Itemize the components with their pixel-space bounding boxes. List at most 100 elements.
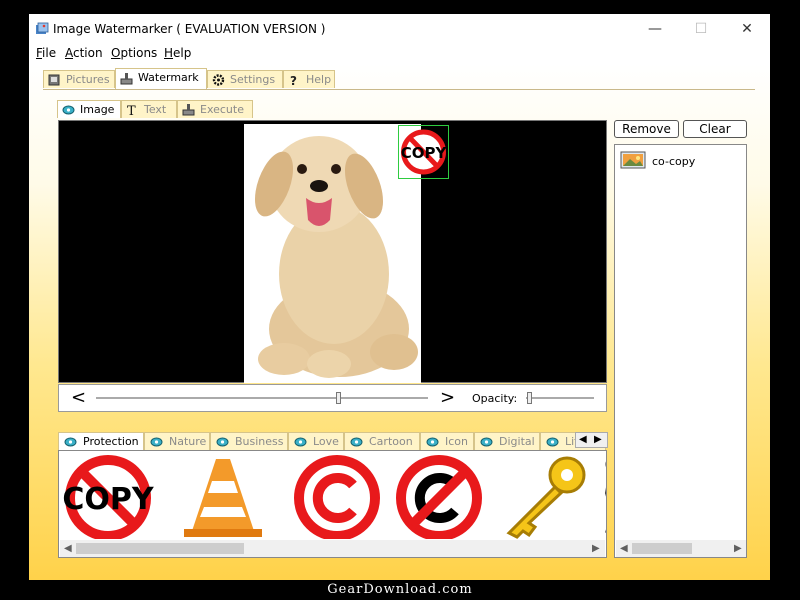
category-icon [350,437,363,447]
subtab-text[interactable]: T Text [121,100,177,118]
preview-canvas[interactable]: COPY [58,120,607,383]
menu-bar: File Action Options Help [29,44,770,64]
gallery-item-copy-symbol[interactable]: COPY [61,453,161,539]
app-window: Image Watermarker ( EVALUATION VERSION )… [29,14,770,580]
minimize-button[interactable]: — [632,14,678,44]
category-label: Business [235,435,284,448]
gallery-item-traffic-cone[interactable] [176,453,276,539]
next-arrow-button[interactable]: > [440,387,455,408]
list-item[interactable]: co-copy [620,151,740,171]
preview-photo [244,124,421,383]
execute-icon [182,104,195,116]
watermark-gallery[interactable]: COPY ◀ ▶ [58,450,607,558]
tab-category-icon[interactable]: Icon [420,432,474,450]
file-name: co-copy [652,155,696,168]
category-icon [480,437,493,447]
tab-help-label: Help [306,73,332,86]
gallery-item-gold-key[interactable] [495,453,595,539]
gallery-item-copyright-symbol[interactable] [287,453,387,539]
category-label: Protection [83,435,139,448]
tab-settings[interactable]: Settings [207,70,283,88]
position-slider-track[interactable] [96,397,428,400]
menu-action[interactable]: Action [65,44,103,62]
prev-arrow-button[interactable]: < [71,387,86,408]
category-label: Icon [445,435,468,448]
tab-category-business[interactable]: Business [210,432,288,450]
tab-settings-label: Settings [230,73,276,86]
watermark-icon [120,73,133,85]
category-label: Digital [499,435,535,448]
position-slider-thumb[interactable] [336,392,342,404]
category-scroll-left-icon[interactable]: ◀ [579,433,587,447]
menu-help[interactable]: Help [164,44,191,62]
category-scroll-right-icon[interactable]: ▶ [594,433,602,447]
tab-category-protection[interactable]: Protection [58,432,144,450]
category-tab-strip: Protection Nature Business Love Cartoon … [58,432,607,451]
subtab-image-label: Image [80,103,115,116]
subtab-image[interactable]: Image [57,100,121,118]
preview-controls: < > Opacity: [58,384,607,412]
category-label: Nature [169,435,207,448]
menu-options[interactable]: Options [111,44,157,62]
menu-file-rest: ile [42,46,57,60]
scroll-left-icon[interactable]: ◀ [64,540,72,557]
subtab-execute[interactable]: Execute [177,100,253,118]
file-list-scrollbar[interactable]: ◀ ▶ [616,540,746,557]
opacity-label: Opacity: [472,392,518,405]
svg-text:T: T [127,104,136,116]
remove-button[interactable]: Remove [614,120,679,138]
puppy-illustration [254,136,418,378]
watermark-file-list[interactable]: co-copy ◀ ▶ [614,144,747,558]
tab-pictures-label: Pictures [66,73,110,86]
app-icon [36,22,49,34]
client-area: Pictures Watermark Settings ? Help Image [29,64,770,580]
tab-category-love[interactable]: Love [288,432,344,450]
category-icon [426,437,439,447]
copy-watermark-graphic: COPY [401,129,448,175]
tab-pictures[interactable]: Pictures [43,70,115,88]
watermark-copy-text: COPY [401,144,448,162]
category-icon [64,437,77,447]
menu-options-rest: ptions [120,46,158,60]
tab-watermark-label: Watermark [138,71,199,84]
subtab-execute-label: Execute [200,103,244,116]
clear-button[interactable]: Clear [683,120,747,138]
tab-category-digital[interactable]: Digital [474,432,540,450]
close-button[interactable]: ✕ [724,14,770,44]
gallery-item-no-copyright-symbol[interactable] [389,453,489,539]
opacity-slider-track[interactable] [526,397,594,400]
gear-icon [212,74,225,86]
scroll-right-icon[interactable]: ▶ [592,540,600,557]
watermark-selection[interactable]: COPY [398,125,449,179]
category-icon [294,437,307,447]
window-title: Image Watermarker ( EVALUATION VERSION ) [53,22,326,36]
pictures-icon [48,74,60,86]
title-bar[interactable]: Image Watermarker ( EVALUATION VERSION )… [29,14,770,44]
tab-category-nature[interactable]: Nature [144,432,210,450]
tab-watermark[interactable]: Watermark [115,68,207,89]
scroll-right-icon[interactable]: ▶ [734,540,742,557]
footer-caption: GearDownload.com [327,582,473,597]
file-list-scroll-thumb[interactable] [632,543,692,554]
tab-divider [43,89,755,90]
category-icon [546,437,559,447]
image-icon [62,105,75,115]
image-thumbnail-icon [620,151,646,169]
subtab-text-label: Text [144,103,167,116]
tab-category-cartoon[interactable]: Cartoon [344,432,420,450]
gallery-copy-text: COPY [62,482,155,517]
maximize-button[interactable]: ☐ [678,14,724,44]
category-label: Cartoon [369,435,413,448]
text-icon: T [127,104,136,116]
gallery-scroll-thumb[interactable] [76,543,244,554]
gallery-item-partial[interactable] [601,453,607,539]
menu-help-rest: elp [173,46,192,60]
scroll-left-icon[interactable]: ◀ [620,540,628,557]
gallery-scrollbar[interactable]: ◀ ▶ [60,540,605,557]
menu-file[interactable]: File [36,44,56,62]
category-label: Love [313,435,339,448]
menu-action-rest: ction [73,46,103,60]
svg-text:?: ? [290,74,297,86]
opacity-slider-thumb[interactable] [527,392,533,404]
tab-help[interactable]: ? Help [283,70,335,88]
